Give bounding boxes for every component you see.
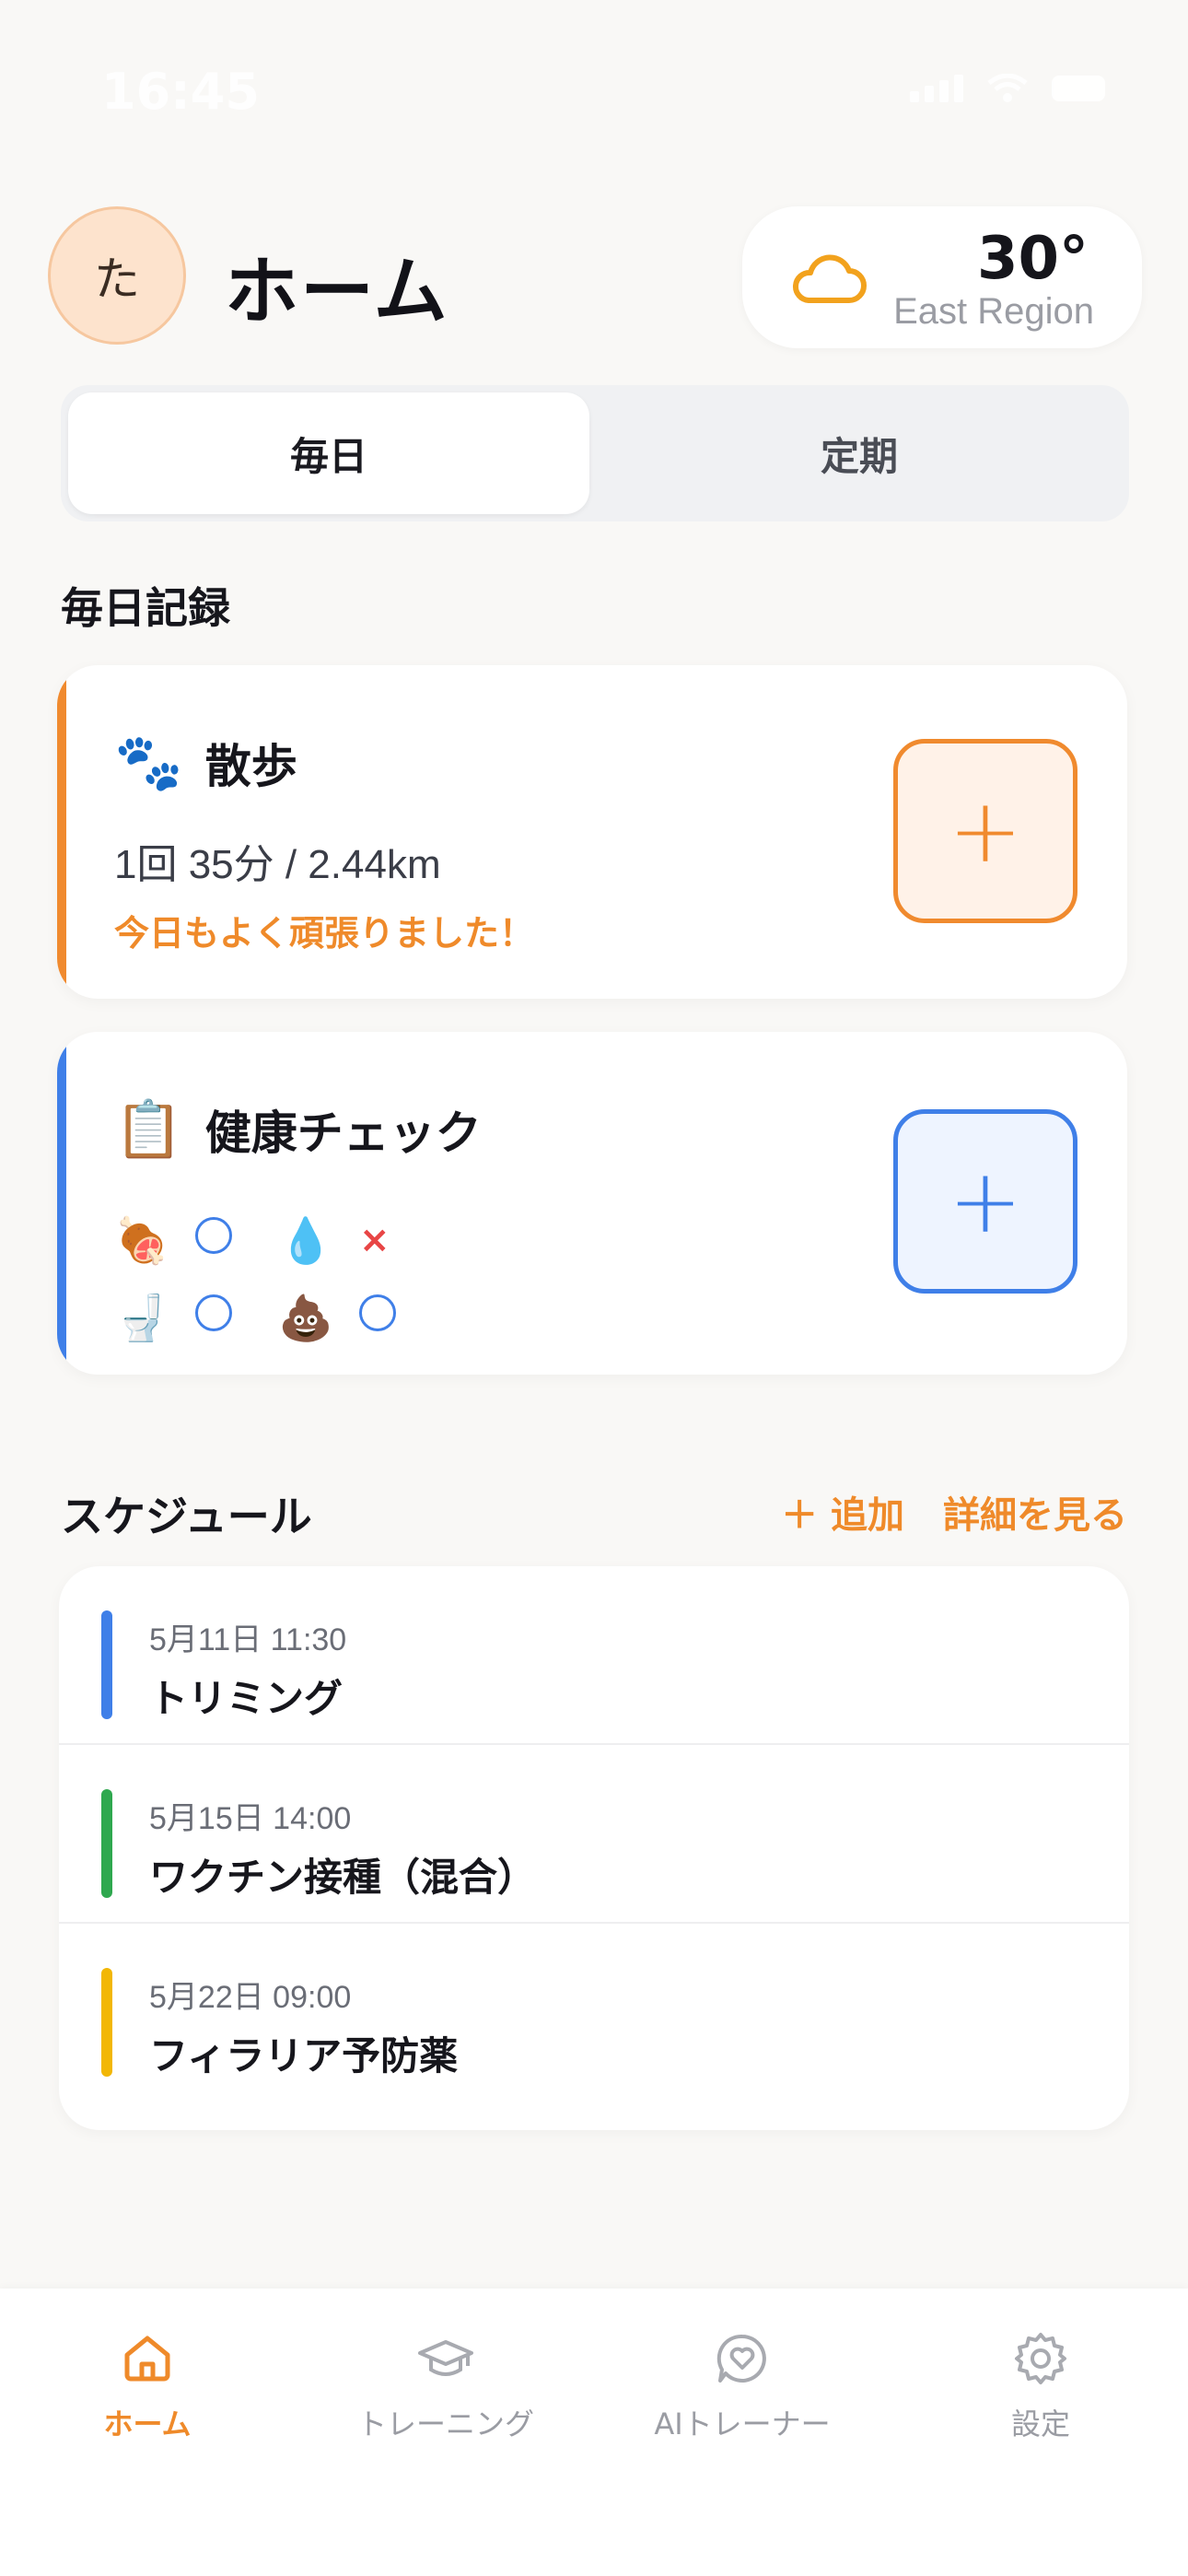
graduation-cap-icon: [418, 2340, 473, 2376]
paw-icon: 🐾: [114, 731, 183, 795]
home-icon: [124, 2336, 170, 2382]
health-item-poop: 💩: [278, 1292, 442, 1344]
add-health-check-button[interactable]: +: [893, 1109, 1077, 1294]
health-status-grid: 🍖 💧 × 🚽 💩: [114, 1201, 442, 1356]
nav-ai-trainer-label: AIトレーナー: [654, 2406, 831, 2441]
health-item-toilet: 🚽: [114, 1292, 278, 1344]
poop-icon: 💩: [278, 1292, 333, 1344]
health-check-card[interactable]: 📋 健康チェック 🍖 💧 × 🚽 💩 +: [57, 1032, 1127, 1375]
nav-training[interactable]: トレーニング: [317, 2329, 575, 2443]
nav-settings[interactable]: 設定: [912, 2329, 1170, 2443]
status-ok-icon: [195, 1294, 232, 1331]
schedule-color-bar: [101, 1968, 112, 2077]
tab-daily[interactable]: 毎日: [68, 392, 589, 514]
add-walk-button[interactable]: +: [893, 739, 1077, 923]
schedule-color-bar: [101, 1610, 112, 1719]
walk-title: 散歩: [204, 740, 297, 793]
page-title: ホーム: [225, 249, 449, 334]
nav-home-label: ホーム: [103, 2406, 192, 2441]
bottom-nav: ホーム トレーニング AIトレーナー 設定: [0, 2289, 1188, 2576]
health-title-row: 📋 健康チェック: [114, 1096, 482, 1163]
weather-region: East Region: [893, 291, 1094, 332]
schedule-item[interactable]: 5月22日 09:00 フィラリア予防薬: [59, 1924, 1129, 2101]
schedule-date: 5月11日 11:30: [149, 1622, 347, 1657]
signal-icon: [910, 75, 963, 102]
cloud-icon: [792, 254, 867, 303]
schedule-list: 5月11日 11:30 トリミング 5月15日 14:00 ワクチン接種（混合）…: [59, 1566, 1129, 2130]
schedule-item-title: フィラリア予防薬: [149, 2033, 459, 2078]
daily-section-title: 毎日記録: [61, 583, 230, 633]
water-drop-icon: 💧: [278, 1214, 333, 1267]
schedule-add-link[interactable]: ＋ 追加: [781, 1485, 904, 1539]
walk-stats: 1回 35分 / 2.44km: [114, 842, 441, 887]
wifi-icon: [987, 74, 1028, 102]
tab-periodic[interactable]: 定期: [589, 392, 1129, 514]
weather-temperature: 30°: [976, 225, 1089, 293]
avatar-initial: た: [94, 252, 140, 306]
weather-widget[interactable]: 30° East Region: [742, 206, 1142, 348]
schedule-item-title: ワクチン接種（混合）: [149, 1855, 537, 1900]
chat-heart-icon: [716, 2334, 766, 2383]
health-item-water: 💧 ×: [278, 1214, 442, 1267]
nav-home[interactable]: ホーム: [18, 2329, 276, 2443]
gear-icon: [1015, 2333, 1066, 2384]
status-ok-icon: [359, 1294, 396, 1331]
walk-card[interactable]: 🐾 散歩 1回 35分 / 2.44km 今日もよく頑張りました！ +: [57, 665, 1127, 999]
clipboard-icon: 📋: [114, 1097, 183, 1162]
status-bar: 16:45: [0, 0, 1188, 184]
status-ng-icon: ×: [359, 1219, 390, 1261]
schedule-item-title: トリミング: [149, 1676, 344, 1721]
status-time: 16:45: [101, 63, 260, 121]
health-title: 健康チェック: [204, 1107, 482, 1160]
schedule-details-link[interactable]: 詳細を見る: [943, 1485, 1127, 1539]
schedule-actions: ＋ 追加 詳細を見る: [781, 1485, 1127, 1539]
schedule-item[interactable]: 5月15日 14:00 ワクチン接種（混合）: [59, 1745, 1129, 1924]
toilet-icon: 🚽: [114, 1292, 169, 1344]
health-item-food: 🍖: [114, 1214, 278, 1267]
schedule-date: 5月22日 09:00: [149, 1980, 352, 2015]
status-ok-icon: [195, 1217, 232, 1254]
segmented-control: 毎日 定期: [61, 385, 1129, 521]
nav-ai-trainer[interactable]: AIトレーナー: [613, 2329, 871, 2443]
schedule-title: スケジュール: [61, 1492, 312, 1541]
schedule-color-bar: [101, 1789, 112, 1898]
status-icons: [910, 74, 1105, 103]
meat-icon: 🍖: [114, 1214, 169, 1267]
home-indicator: [396, 2535, 792, 2548]
schedule-item[interactable]: 5月11日 11:30 トリミング: [59, 1566, 1129, 1745]
schedule-date: 5月15日 14:00: [149, 1801, 352, 1836]
walk-title-row: 🐾 散歩: [114, 730, 297, 796]
avatar[interactable]: た: [48, 206, 186, 345]
walk-message: 今日もよく頑張りました！: [114, 913, 535, 954]
nav-settings-label: 設定: [1010, 2406, 1070, 2441]
battery-icon: [1052, 76, 1105, 101]
nav-training-label: トレーニング: [356, 2406, 534, 2441]
